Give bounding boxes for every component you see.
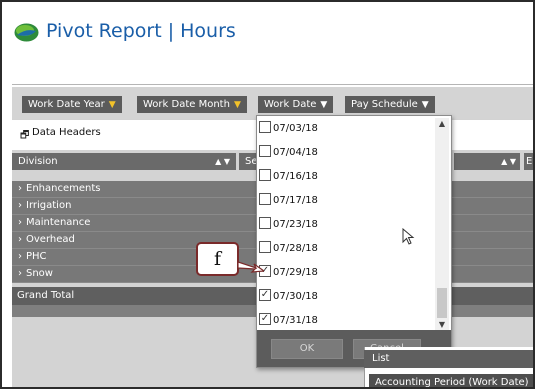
- sort-filter-icon[interactable]: ▲ ▼: [215, 153, 230, 170]
- checkbox[interactable]: [259, 217, 271, 229]
- checkbox-checked[interactable]: ✓: [259, 289, 271, 301]
- checkbox[interactable]: [259, 121, 271, 133]
- scroll-up-icon[interactable]: ▲: [435, 118, 449, 130]
- data-headers-label[interactable]: Data Headers: [32, 127, 101, 138]
- column-header-third[interactable]: E: [524, 153, 533, 170]
- chevron-right-icon[interactable]: ›: [18, 217, 22, 228]
- filter-icon[interactable]: ▼: [320, 100, 327, 110]
- header: Pivot Report | Hours: [2, 2, 533, 84]
- date-option-07-29-18[interactable]: ✓ 07/29/18: [259, 265, 437, 285]
- date-option-07-17-18[interactable]: 07/17/18: [259, 193, 437, 213]
- callout-label: f: [196, 242, 239, 276]
- checkbox[interactable]: [259, 169, 271, 181]
- date-option-07-16-18[interactable]: 07/16/18: [259, 169, 437, 189]
- chevron-right-icon[interactable]: ›: [18, 234, 22, 245]
- work-date-filter-dropdown: 07/03/18 07/04/18 07/16/18 07/17/18 07/2…: [256, 115, 452, 368]
- header-divider: [12, 84, 533, 85]
- filter-icon[interactable]: ▼: [422, 100, 429, 110]
- date-option-07-31-18[interactable]: ✓ 07/31/18: [259, 313, 437, 331]
- sort-filter-icon[interactable]: ▲ ▼: [501, 153, 516, 170]
- filter-icon[interactable]: ▼: [234, 100, 241, 110]
- dropdown-scrollbar[interactable]: ▲ ▼: [435, 118, 449, 331]
- column-header-division[interactable]: Division ▲ ▼: [12, 153, 236, 170]
- checkbox[interactable]: [259, 145, 271, 157]
- field-accounting-period[interactable]: Accounting Period (Work Date): [369, 374, 533, 387]
- column-header-third-arrows[interactable]: ▲ ▼: [454, 153, 520, 170]
- checkbox-checked[interactable]: ✓: [259, 313, 271, 325]
- date-option-07-30-18[interactable]: ✓ 07/30/18: [259, 289, 437, 309]
- mouse-cursor-icon: [402, 228, 415, 245]
- logo-icon: [14, 23, 39, 42]
- filter-chip-pay-schedule[interactable]: Pay Schedule ▼: [345, 96, 435, 113]
- app-window: Pivot Report | Hours Work Date Year ▼ Wor…: [0, 0, 535, 389]
- page-title: Pivot Report | Hours: [46, 20, 236, 42]
- callout-arrow-icon: [238, 261, 264, 273]
- scrollbar-thumb[interactable]: [437, 288, 447, 318]
- filter-icon[interactable]: ▼: [109, 100, 116, 110]
- checkbox[interactable]: [259, 241, 271, 253]
- date-option-07-04-18[interactable]: 07/04/18: [259, 145, 437, 165]
- chevron-right-icon[interactable]: ›: [18, 200, 22, 211]
- window-icon[interactable]: 🗗: [20, 128, 29, 145]
- date-option-07-03-18[interactable]: 07/03/18: [259, 121, 437, 141]
- filter-chip-work-date[interactable]: Work Date ▼: [258, 96, 334, 113]
- chevron-right-icon[interactable]: ›: [18, 251, 22, 262]
- filter-chip-work-date-year[interactable]: Work Date Year ▼: [22, 96, 122, 113]
- date-checkbox-list: 07/03/18 07/04/18 07/16/18 07/17/18 07/2…: [259, 118, 437, 331]
- filter-chip-work-date-month[interactable]: Work Date Month ▼: [137, 96, 247, 113]
- field-list-header[interactable]: List: [364, 350, 533, 368]
- chevron-right-icon[interactable]: ›: [18, 268, 22, 279]
- chevron-right-icon[interactable]: ›: [18, 183, 22, 194]
- ok-button[interactable]: OK: [271, 339, 343, 359]
- checkbox[interactable]: [259, 193, 271, 205]
